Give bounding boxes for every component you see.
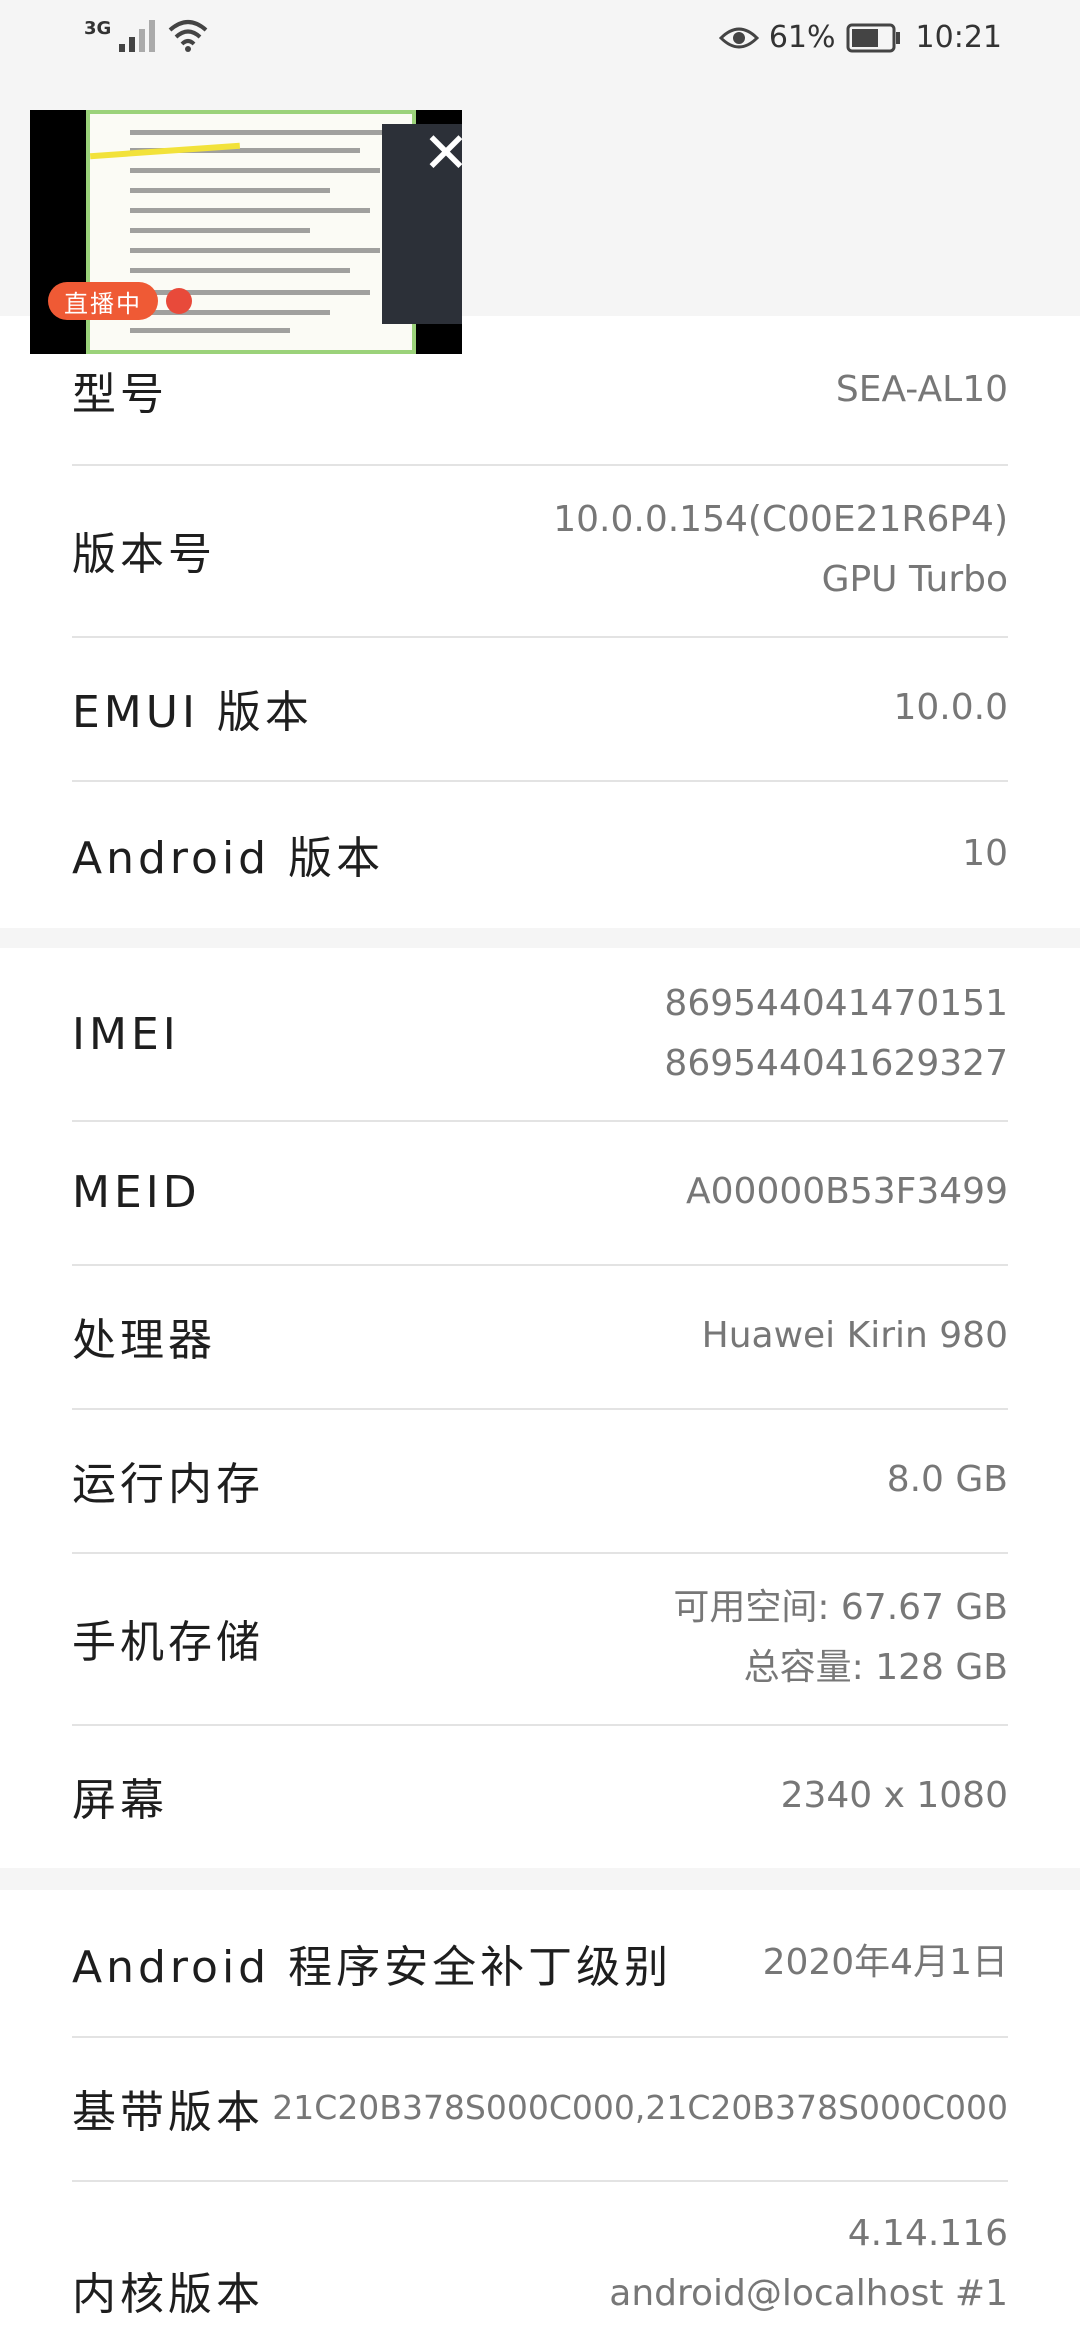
storage-row[interactable]: 手机存储 可用空间: 67.67 GB 总容量: 128 GB [72, 1552, 1008, 1726]
status-right: 61% 10:21 [718, 20, 1002, 55]
model-value: SEA-AL10 [835, 369, 1008, 410]
software-info-section: Android 程序安全补丁级别 2020年4月1日 基带版本 21C20B37… [0, 1890, 1080, 2340]
row-value: A00000B53F3499 [686, 1120, 1008, 1264]
network-type: 3G [84, 17, 112, 39]
row-label: 内核版本 [72, 2269, 264, 2320]
row-value: SEA-AL10 [836, 316, 1008, 464]
row-label: 基带版本 [72, 2087, 264, 2138]
kernel-version-value: 4.14.116 [847, 2213, 1008, 2254]
row-label: Android 程序安全补丁级别 [72, 1942, 673, 1993]
screen-row[interactable]: 屏幕 2340 x 1080 [72, 1724, 1008, 1868]
kernel-build-host-value: android@localhost #1 [609, 2273, 1008, 2314]
row-label: MEID [72, 1166, 201, 1218]
android-version-value: 10 [962, 833, 1008, 874]
row-value: 可用空间: 67.67 GB 总容量: 128 GB [673, 1552, 1008, 1724]
hardware-info-section: IMEI 869544041470151 869544041629327 MEI… [0, 948, 1080, 1868]
battery-icon [846, 23, 900, 52]
clock: 10:21 [915, 20, 1002, 55]
available-storage-value: 可用空间: 67.67 GB [673, 1587, 1008, 1628]
row-label: 运行内存 [72, 1459, 264, 1510]
imei-value-2: 869544041629327 [664, 1043, 1008, 1084]
row-value: 10.0.0.154(C00E21R6P4) GPU Turbo [553, 464, 1008, 636]
emui-version-row[interactable]: EMUI 版本 10.0.0 [72, 636, 1008, 782]
baseband-row[interactable]: 基带版本 21C20B378S000C000,21C20B378S000C000 [72, 2036, 1008, 2182]
device-info-section: 型号 SEA-AL10 版本号 10.0.0.154(C00E21R6P4) G… [0, 316, 1080, 928]
status-left: 3G [84, 18, 209, 52]
row-label: 屏幕 [72, 1775, 168, 1826]
imei-value-1: 869544041470151 [664, 983, 1008, 1024]
eye-comfort-icon [718, 27, 759, 48]
processor-row[interactable]: 处理器 Huawei Kirin 980 [72, 1264, 1008, 1410]
android-version-row[interactable]: Android 版本 10 [72, 780, 1008, 928]
emui-version-value: 10.0.0 [893, 687, 1008, 728]
total-storage-value: 总容量: 128 GB [743, 1647, 1008, 1688]
row-label: IMEI [72, 1008, 180, 1060]
row-label: EMUI 版本 [72, 687, 313, 738]
row-value: 10 [962, 780, 1008, 928]
live-stream-pip-window[interactable]: ✕ 直播中 [30, 110, 462, 354]
build-number-value: 10.0.0.154(C00E21R6P4) [553, 499, 1008, 540]
wifi-icon [168, 20, 208, 52]
battery-percent: 61% [768, 20, 836, 55]
build-number-row[interactable]: 版本号 10.0.0.154(C00E21R6P4) GPU Turbo [72, 464, 1008, 638]
row-value: 2340 x 1080 [781, 1724, 1008, 1868]
row-value: 4.14.116 android@localhost #1 [609, 2204, 1008, 2340]
live-indicator-dot [166, 288, 192, 314]
kernel-version-row[interactable]: 内核版本 4.14.116 android@localhost #1 [72, 2180, 1008, 2340]
row-label: 手机存储 [72, 1617, 264, 1668]
processor-value: Huawei Kirin 980 [701, 1315, 1008, 1356]
ram-row[interactable]: 运行内存 8.0 GB [72, 1408, 1008, 1554]
meid-value: A00000B53F3499 [686, 1171, 1008, 1212]
row-label: 处理器 [72, 1315, 216, 1366]
ram-value: 8.0 GB [886, 1459, 1008, 1500]
row-label: Android 版本 [72, 833, 385, 884]
row-value: 2020年4月1日 [763, 1890, 1008, 2036]
screen-resolution-value: 2340 x 1080 [780, 1775, 1008, 1816]
security-patch-value: 2020年4月1日 [762, 1942, 1008, 1983]
signal-icon [119, 20, 156, 52]
status-bar: 3G 61% 10:21 [0, 0, 1080, 80]
security-patch-row[interactable]: Android 程序安全补丁级别 2020年4月1日 [72, 1890, 1008, 2038]
gpu-turbo-value: GPU Turbo [821, 559, 1008, 600]
baseband-value: 21C20B378S000C000,21C20B378S000C000 [272, 2088, 1008, 2127]
row-value: 10.0.0 [893, 636, 1008, 780]
row-value: 8.0 GB [887, 1408, 1008, 1552]
row-value: Huawei Kirin 980 [702, 1264, 1008, 1408]
row-value: 869544041470151 869544041629327 [664, 948, 1008, 1120]
row-label: 版本号 [72, 529, 216, 580]
meid-row[interactable]: MEID A00000B53F3499 [72, 1120, 1008, 1266]
row-value: 21C20B378S000C000,21C20B378S000C000 [272, 2036, 1008, 2180]
live-badge: 直播中 [48, 282, 158, 320]
imei-row[interactable]: IMEI 869544041470151 869544041629327 [72, 948, 1008, 1122]
close-icon[interactable]: ✕ [416, 124, 462, 184]
